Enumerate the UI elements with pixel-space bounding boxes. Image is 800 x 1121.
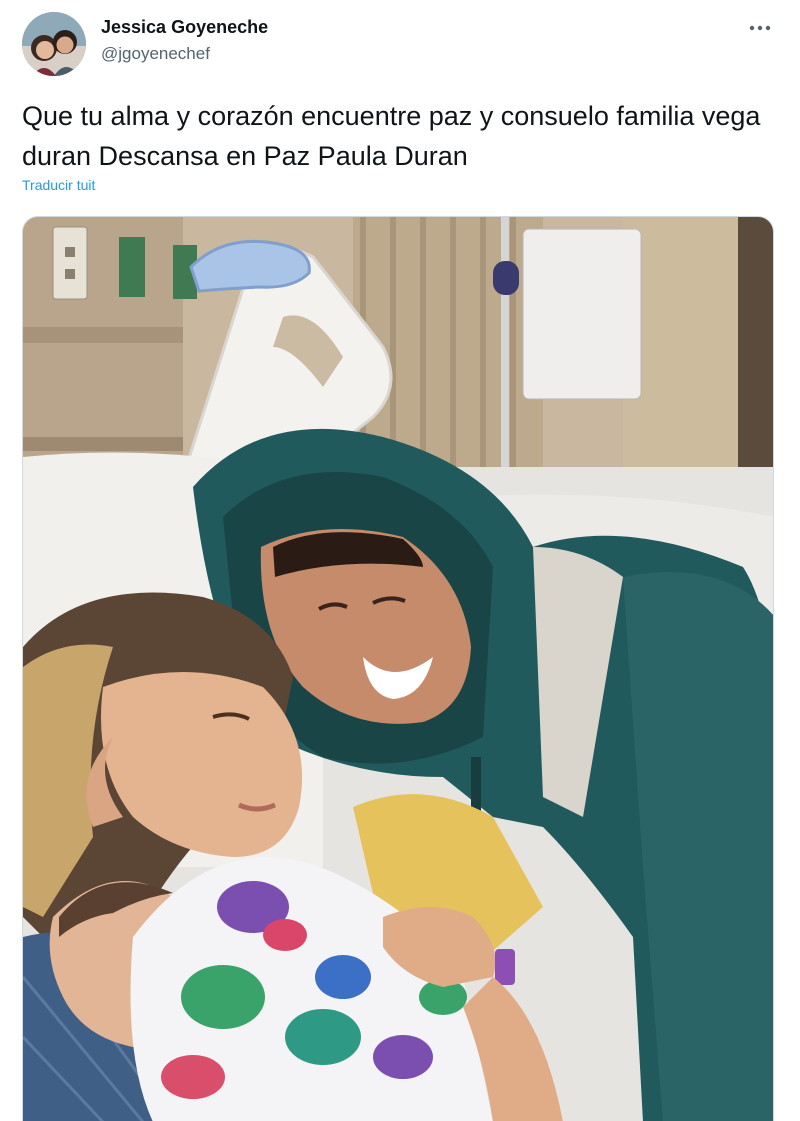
author-display-name[interactable]: Jessica Goyeneche	[101, 16, 268, 38]
author-handle[interactable]: @jgoyenechef	[101, 43, 268, 65]
photo-hospital-family	[23, 217, 773, 1121]
avatar[interactable]	[22, 12, 86, 76]
tweet: Jessica Goyeneche @jgoyenechef Que tu al…	[0, 0, 800, 1121]
translate-tweet-link[interactable]: Traducir tuit	[22, 176, 95, 194]
author-names: Jessica Goyeneche @jgoyenechef	[101, 16, 268, 65]
more-options-button[interactable]	[746, 14, 774, 42]
tweet-photo[interactable]	[22, 216, 774, 1121]
avatar-image	[22, 12, 86, 76]
more-horizontal-icon	[749, 25, 771, 31]
tweet-text: Que tu alma y corazón encuentre paz y co…	[22, 101, 761, 171]
tweet-header: Jessica Goyeneche @jgoyenechef	[0, 0, 800, 80]
